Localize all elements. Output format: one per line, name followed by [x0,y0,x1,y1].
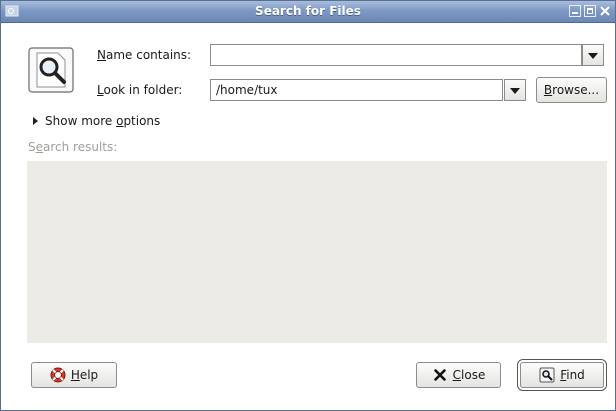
lifebuoy-icon [50,367,66,383]
find-icon [539,367,555,383]
find-button[interactable]: Find [520,362,604,388]
help-button[interactable]: Help [31,362,117,388]
magnifier-icon [28,47,74,93]
window-title: Search for Files [255,4,361,18]
close-window-icon[interactable] [599,5,611,17]
close-label: Close [452,368,486,382]
minimize-icon[interactable] [569,5,581,17]
look-in-folder-label: Look in folder: [97,83,183,97]
title-bar[interactable]: Search for Files [1,1,615,23]
search-results-label: Search results: [28,140,118,154]
name-contains-label: Name contains: [97,48,192,62]
help-label: Help [70,368,99,382]
close-button[interactable]: Close [416,362,501,388]
x-icon [433,369,446,381]
folder-dropdown[interactable] [504,79,526,101]
search-results-list[interactable] [27,161,607,343]
browse-label: Browse... [543,83,600,97]
browse-button[interactable]: Browse... [536,77,607,103]
maximize-icon[interactable] [584,5,596,17]
show-more-options-expander[interactable]: Show more options [45,114,160,128]
find-label: Find [560,368,585,382]
name-contains-input[interactable] [210,44,582,66]
look-in-folder-input[interactable] [210,79,503,101]
name-history-dropdown[interactable] [582,44,604,66]
search-for-files-window: Search for Files Name contains: Look in … [0,0,616,411]
triangle-right-icon[interactable] [33,117,38,125]
